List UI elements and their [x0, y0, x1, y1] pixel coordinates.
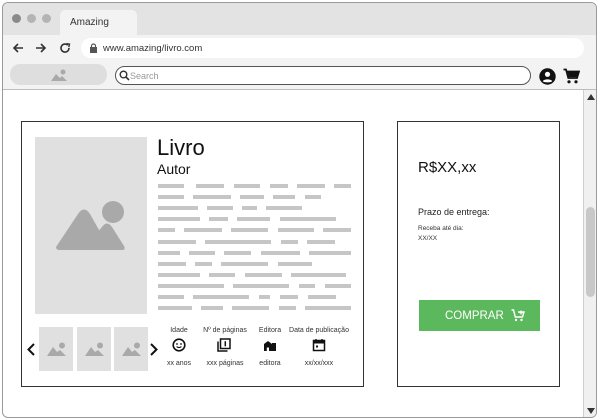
tab-title: Amazing — [70, 17, 109, 28]
calendar-icon — [312, 339, 326, 352]
site-header — [3, 61, 596, 90]
search-bar[interactable] — [115, 66, 531, 85]
scrollbar-thumb[interactable] — [586, 207, 595, 297]
pages-value: xxx páginas — [206, 360, 244, 367]
delivery-date: XX/XX — [418, 235, 438, 242]
product-main-image — [35, 137, 147, 314]
thumbnail-image[interactable] — [39, 327, 73, 371]
age-label: Idade — [170, 327, 188, 334]
browser-tab[interactable]: Amazing — [60, 10, 137, 35]
buy-button-label: COMPRAR — [445, 310, 504, 322]
add-to-cart-icon — [511, 309, 525, 322]
image-placeholder-icon — [122, 342, 141, 356]
back-arrow-icon[interactable] — [11, 41, 25, 55]
scroll-up-arrow-icon[interactable] — [587, 94, 595, 100]
close-window-dot[interactable] — [12, 14, 21, 23]
url-text: www.amazing/livro.com — [103, 43, 203, 54]
publisher-icon — [264, 341, 276, 351]
buy-button[interactable]: COMPRAR — [419, 300, 540, 331]
delivery-label: Prazo de entrega: — [418, 207, 490, 217]
image-placeholder-icon — [47, 342, 66, 356]
forward-arrow-icon[interactable] — [34, 41, 48, 55]
product-price: R$XX,xx — [418, 159, 477, 176]
book-title: Livro — [157, 135, 205, 160]
minimize-window-dot[interactable] — [27, 14, 36, 23]
face-icon — [172, 338, 186, 352]
search-input[interactable] — [130, 69, 525, 82]
pages-icon — [217, 338, 231, 352]
pages-label: Nº de páginas — [203, 327, 247, 334]
image-placeholder-icon — [51, 69, 67, 81]
carousel-prev-arrow-icon[interactable] — [27, 343, 35, 356]
shopping-cart-icon[interactable] — [563, 68, 580, 84]
thumbnail-image[interactable] — [114, 327, 148, 371]
vertical-scrollbar[interactable] — [583, 90, 596, 417]
publication-date-label: Data de publicação — [289, 327, 349, 334]
address-bar: www.amazing/livro.com — [3, 35, 596, 61]
reload-icon[interactable] — [58, 41, 72, 55]
receive-by-label: Receba até dia: — [418, 225, 464, 232]
account-icon[interactable] — [539, 68, 556, 85]
image-placeholder-icon — [85, 342, 104, 356]
thumbnail-image[interactable] — [77, 327, 111, 371]
lock-icon — [90, 43, 97, 53]
image-placeholder-icon — [56, 201, 125, 250]
search-icon[interactable] — [119, 70, 130, 81]
publication-date-value: xx/xx/xxx — [304, 360, 334, 367]
site-logo[interactable] — [10, 64, 107, 85]
maximize-window-dot[interactable] — [42, 14, 51, 23]
url-field[interactable]: www.amazing/livro.com — [81, 38, 584, 58]
scroll-down-arrow-icon[interactable] — [587, 408, 595, 414]
age-value: xx anos — [166, 360, 192, 367]
publisher-value: editora — [259, 360, 281, 367]
title-bar: Amazing — [3, 3, 596, 35]
carousel-next-arrow-icon[interactable] — [150, 343, 158, 356]
publisher-label: Editora — [258, 327, 282, 334]
book-author: Autor — [157, 161, 191, 177]
